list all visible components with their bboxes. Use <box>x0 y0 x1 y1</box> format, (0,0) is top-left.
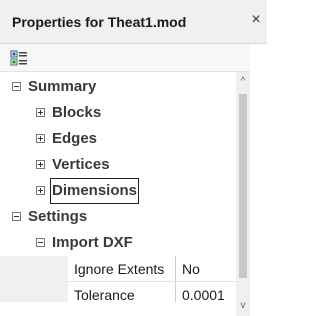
expand-icon[interactable] <box>36 186 45 195</box>
scroll-up-icon[interactable]: ^ <box>236 74 250 90</box>
close-button[interactable]: × <box>248 10 264 30</box>
property-name: Ignore Extents <box>68 256 176 282</box>
tree-row-blocks[interactable]: Blocks <box>0 100 236 126</box>
vertical-scrollbar[interactable]: ^ v <box>236 72 250 316</box>
tree-label-settings: Settings <box>28 208 88 225</box>
categorized-view-icon[interactable] <box>10 50 28 66</box>
tree-label-import-dxf: Import DXF <box>52 234 133 251</box>
expand-icon[interactable] <box>36 134 45 143</box>
property-tree: Summary Blocks Edges Vertices Dimensions… <box>0 72 236 308</box>
property-value[interactable]: No <box>176 256 236 282</box>
tree-row-import-dxf[interactable]: Import DXF <box>0 230 236 256</box>
tree-label-vertices: Vertices <box>52 156 110 173</box>
property-row-ignore-extents[interactable]: Ignore Extents No <box>0 256 236 282</box>
tree-row-settings[interactable]: Settings <box>0 204 236 230</box>
collapse-icon[interactable] <box>36 238 45 247</box>
scroll-down-icon[interactable]: v <box>236 298 250 314</box>
panel-titlebar: Properties for Theat1.mod × <box>0 0 267 44</box>
tree-label-edges: Edges <box>52 130 98 147</box>
properties-panel: Properties for Theat1.mod × Summary Bloc… <box>0 0 267 316</box>
tree-label-summary: Summary <box>28 78 97 95</box>
collapse-icon[interactable] <box>12 82 21 91</box>
property-indent <box>0 256 68 282</box>
expand-icon[interactable] <box>36 108 45 117</box>
tree-row-edges[interactable]: Edges <box>0 126 236 152</box>
tree-row-dimensions[interactable]: Dimensions <box>0 178 236 204</box>
tree-row-vertices[interactable]: Vertices <box>0 152 236 178</box>
collapse-icon[interactable] <box>12 212 21 221</box>
tree-label-blocks: Blocks <box>52 104 102 121</box>
expand-icon[interactable] <box>36 160 45 169</box>
properties-toolbar <box>0 44 250 72</box>
tree-label-dimensions: Dimensions <box>50 178 140 204</box>
tree-row-summary[interactable]: Summary <box>0 74 236 100</box>
scroll-thumb[interactable] <box>239 94 247 278</box>
tree-bottom-area <box>0 302 236 316</box>
panel-title: Properties for Theat1.mod <box>12 14 187 30</box>
